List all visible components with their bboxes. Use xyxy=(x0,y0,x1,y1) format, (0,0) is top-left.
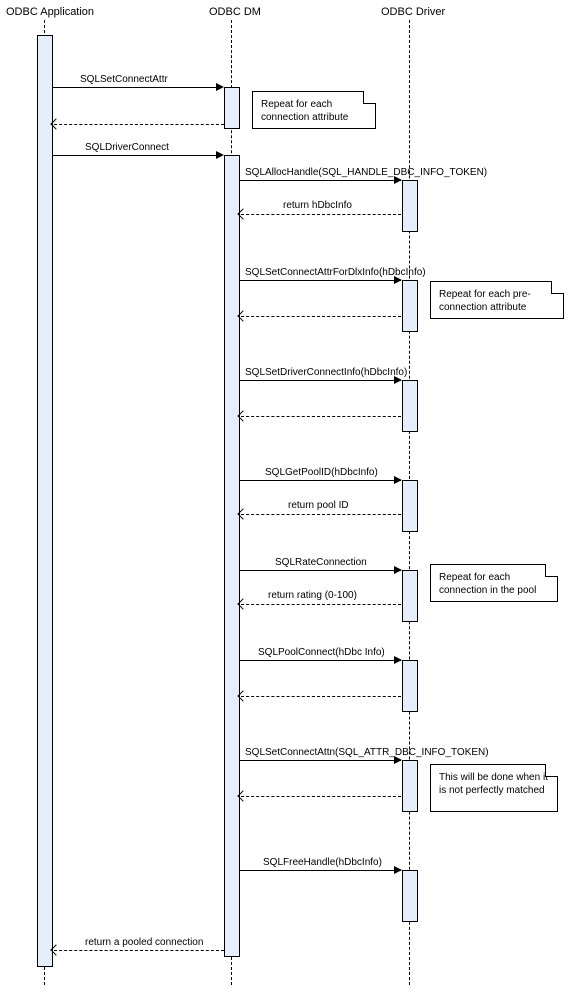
msg-return-rating: return rating (0-100) xyxy=(268,590,357,601)
msg-sqlsetconnectattr: SQLSetConnectAttr xyxy=(80,74,168,85)
arrow-return-setconnectattrfordlxinfo xyxy=(241,316,401,317)
msg-sqlsetdriverconnectinfo: SQLSetDriverConnectInfo(hDbcInfo) xyxy=(245,367,407,378)
activation-dm-setattr xyxy=(224,87,240,129)
arrowhead-sqlsetconnectattr xyxy=(216,83,224,91)
note-not-perfectly-matched: This will be done when it is not perfect… xyxy=(430,764,558,812)
activation-dm-main xyxy=(224,155,240,957)
participant-odbc-driver: ODBC Driver xyxy=(381,6,445,18)
note-repeat-preconnection: Repeat for each pre- connection attribut… xyxy=(430,281,564,319)
arrowhead-sqldriverconnect xyxy=(216,151,224,159)
note-text-2: Repeat for each connection in the pool xyxy=(439,572,536,596)
arrow-return-setdriverconnectinfo xyxy=(241,416,401,417)
activation-driver-poolconnect xyxy=(402,660,418,712)
msg-return-poolid: return pool ID xyxy=(288,500,349,511)
arrow-return-pooled xyxy=(54,950,224,951)
arrow-setdriverconnectinfo xyxy=(239,380,401,381)
arrow-rateconnection xyxy=(239,570,401,571)
msg-sqlgetpoolid: SQLGetPoolID(hDbcInfo) xyxy=(265,467,378,478)
arrowhead-poolconnect xyxy=(394,656,402,664)
arrow-return-poolid xyxy=(241,514,401,515)
activation-driver-getpool xyxy=(402,480,418,532)
arrowhead-setconnectattn xyxy=(394,756,402,764)
msg-sqlallochandle: SQLAllocHandle(SQL_HANDLE_DBC_INFO_TOKEN… xyxy=(245,167,487,178)
note-repeat-connection-attr: Repeat for each connection attribute xyxy=(252,91,376,129)
arrowhead-sqlallochandle xyxy=(394,176,402,184)
activation-driver-freehandle xyxy=(402,870,418,922)
arrowhead-setconnectattrfordlxinfo xyxy=(394,276,402,284)
participant-odbc-dm: ODBC DM xyxy=(209,6,261,18)
arrow-setconnectattn xyxy=(239,760,401,761)
msg-sqldriverconnect: SQLDriverConnect xyxy=(85,142,169,153)
arrow-sqlsetconnectattr xyxy=(52,87,222,88)
arrow-sqlallochandle xyxy=(239,180,401,181)
note-text-1: Repeat for each pre- connection attribut… xyxy=(439,289,531,313)
arrowhead-freehandle xyxy=(394,866,402,874)
arrowhead-getpoolid xyxy=(394,476,402,484)
arrow-getpoolid xyxy=(239,480,401,481)
arrow-return-rating xyxy=(241,604,401,605)
arrow-return-setconnectattn xyxy=(241,796,401,797)
activation-driver-setdriverconnect xyxy=(402,380,418,432)
activation-application xyxy=(37,35,53,967)
activation-driver-alloc xyxy=(402,180,418,232)
msg-sqlrateconnection: SQLRateConnection xyxy=(275,557,367,568)
arrowhead-setdriverconnectinfo xyxy=(394,376,402,384)
activation-driver-rate xyxy=(402,570,418,622)
msg-sqlpoolconnect: SQLPoolConnect(hDbc Info) xyxy=(258,647,385,658)
activation-driver-setattr xyxy=(402,280,418,332)
msg-sqlsetconnectattn: SQLSetConnectAttn(SQL_ATTR_DBC_INFO_TOKE… xyxy=(245,747,489,758)
arrow-setconnectattrfordlxinfo xyxy=(239,280,401,281)
msg-sqlfreehandle: SQLFreeHandle(hDbcInfo) xyxy=(263,857,382,868)
note-text-0: Repeat for each connection attribute xyxy=(261,99,348,123)
arrowhead-rateconnection xyxy=(394,566,402,574)
arrow-return-poolconnect xyxy=(241,696,401,697)
arrow-poolconnect xyxy=(239,660,401,661)
msg-return-hdbcinfo: return hDbcInfo xyxy=(283,200,352,211)
activation-driver-setattn xyxy=(402,760,418,812)
msg-return-pooled: return a pooled connection xyxy=(85,937,203,948)
participant-odbc-application: ODBC Application xyxy=(6,6,94,18)
arrow-return-setattr xyxy=(54,124,224,125)
arrow-freehandle xyxy=(239,870,401,871)
arrow-sqldriverconnect xyxy=(52,155,222,156)
note-text-3: This will be done when it is not perfect… xyxy=(439,772,548,796)
arrow-return-hdbcinfo xyxy=(241,214,401,215)
note-repeat-connection-pool: Repeat for each connection in the pool xyxy=(430,564,558,602)
